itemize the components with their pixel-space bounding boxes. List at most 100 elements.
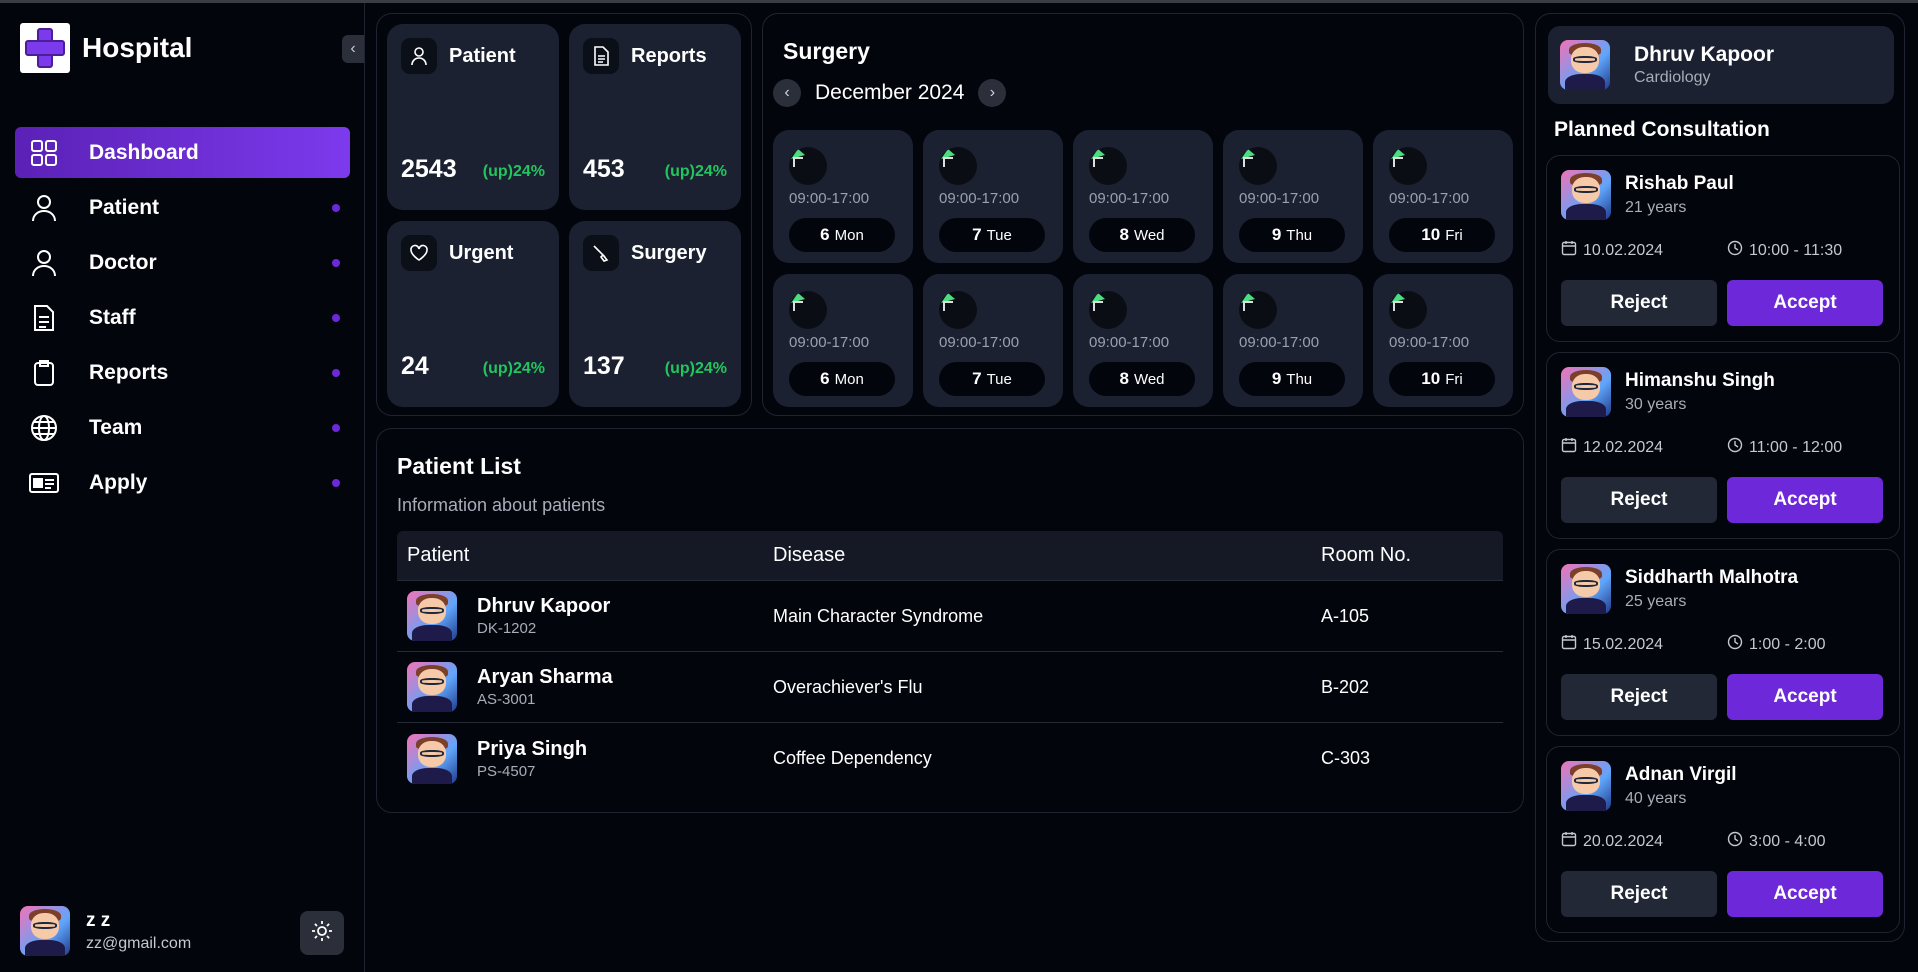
table-row[interactable]: Aryan Sharma AS-3001 Overachiever's Flu B… <box>397 652 1503 723</box>
stats-panel: Patient 2543 (up)24% Reports 453 (up)24%… <box>376 13 752 416</box>
sidebar-item-patient[interactable]: Patient <box>15 182 350 233</box>
broken-image-icon <box>1239 291 1277 329</box>
calendar-icon <box>1561 437 1577 458</box>
reject-button[interactable]: Reject <box>1561 477 1717 523</box>
indicator-dot <box>332 478 340 487</box>
calendar-icon <box>1561 240 1577 261</box>
surgery-day-card[interactable]: 09:00-17:00 8 Wed <box>1073 130 1213 263</box>
stat-value: 2543 <box>401 155 457 183</box>
reject-button[interactable]: Reject <box>1561 871 1717 917</box>
day-number: 6 <box>820 369 830 388</box>
prev-month-button[interactable]: ‹ <box>773 79 801 107</box>
hospital-cross-logo-icon <box>20 23 70 73</box>
sidebar-item-team[interactable]: Team <box>15 402 350 453</box>
surgery-day-card[interactable]: 09:00-17:00 8 Wed <box>1073 274 1213 407</box>
patient-name: Dhruv Kapoor <box>477 595 611 617</box>
sidebar-item-label: Staff <box>89 305 136 329</box>
reject-button[interactable]: Reject <box>1561 674 1717 720</box>
sidebar-item-doctor[interactable]: Doctor <box>15 237 350 288</box>
reject-button[interactable]: Reject <box>1561 280 1717 326</box>
collapse-sidebar-button[interactable]: ‹ <box>342 35 364 63</box>
user-name: z z <box>86 909 111 931</box>
consultation-card: Adnan Virgil 40 years 20.02.2024 3:00 - 4… <box>1546 746 1900 933</box>
stat-title: Reports <box>631 44 707 67</box>
consultation-time: 1:00 - 2:00 <box>1749 635 1826 653</box>
stat-change: (up)24% <box>664 163 727 180</box>
sidebar-item-staff[interactable]: Staff <box>15 292 350 343</box>
surgery-time: 09:00-17:00 <box>939 190 1020 207</box>
calendar-icon <box>1561 634 1577 655</box>
broken-image-icon <box>1389 291 1427 329</box>
sidebar-item-label: Patient <box>89 195 160 219</box>
surgery-day-card[interactable]: 09:00-17:00 6 Mon <box>773 274 913 407</box>
consultation-date: 20.02.2024 <box>1583 832 1664 850</box>
patient-id: AS-3001 <box>477 691 536 708</box>
avatar <box>407 662 457 712</box>
calendar-icon <box>1561 831 1577 852</box>
surgery-day-card[interactable]: 09:00-17:00 9 Thu <box>1223 274 1363 407</box>
doctor-profile-card[interactable]: Dhruv Kapoor Cardiology <box>1548 26 1894 104</box>
avatar <box>1561 367 1611 417</box>
accept-button[interactable]: Accept <box>1727 674 1883 720</box>
surgery-day-card[interactable]: 09:00-17:00 10 Fri <box>1373 130 1513 263</box>
globe-icon <box>29 413 59 443</box>
sidebar-item-reports[interactable]: Reports <box>15 347 350 398</box>
consultation-date: 10.02.2024 <box>1583 241 1664 259</box>
calendar-nav: ‹ December 2024 › <box>773 79 1007 107</box>
day-number: 9 <box>1271 369 1282 388</box>
surgery-day-card[interactable]: 09:00-17:00 7 Tue <box>923 130 1063 263</box>
indicator-dot <box>332 368 340 377</box>
planned-consultation-title: Planned Consultation <box>1554 118 1770 141</box>
consultation-name: Himanshu Singh <box>1625 370 1775 391</box>
surgery-day-card[interactable]: 09:00-17:00 10 Fri <box>1373 274 1513 407</box>
accept-button[interactable]: Accept <box>1727 280 1883 326</box>
sidebar-item-dashboard[interactable]: Dashboard <box>15 127 350 178</box>
patient-id: PS-4507 <box>477 762 536 780</box>
column-header-disease[interactable]: Disease <box>773 544 845 567</box>
brand[interactable]: Hospital <box>20 23 192 73</box>
surgery-day-card[interactable]: 09:00-17:00 6 Mon <box>773 130 913 263</box>
stat-card-urgent[interactable]: Urgent 24 (up)24% <box>387 221 559 407</box>
app-name: Hospital <box>82 32 193 63</box>
current-user[interactable]: z z zz@gmail.com <box>20 906 191 956</box>
surgery-day-card[interactable]: 09:00-17:00 7 Tue <box>923 274 1063 407</box>
table-row[interactable]: Priya Singh PS-4507 Coffee Dependency C-3… <box>397 723 1503 794</box>
stat-card-reports[interactable]: Reports 453 (up)24% <box>569 24 741 210</box>
sidebar-item-label: Team <box>89 415 143 439</box>
doctor-specialty: Cardiology <box>1634 69 1711 86</box>
document-icon <box>29 303 59 333</box>
consultation-card: Siddharth Malhotra 25 years 15.02.2024 1:… <box>1546 549 1900 736</box>
chevron-left-icon: ‹ <box>784 84 790 101</box>
next-month-button[interactable]: › <box>978 79 1007 107</box>
stat-title: Urgent <box>449 241 514 264</box>
consultation-age: 21 years <box>1625 199 1687 216</box>
weekday: Fri <box>1445 370 1463 388</box>
theme-toggle-button[interactable] <box>300 911 344 955</box>
patient-list-panel: Patient List Information about patients … <box>376 428 1524 813</box>
broken-image-icon <box>939 147 977 185</box>
accept-button[interactable]: Accept <box>1727 477 1883 523</box>
avatar <box>1561 761 1611 811</box>
surgery-day-card[interactable]: 09:00-17:00 9 Thu <box>1223 130 1363 263</box>
accept-button[interactable]: Accept <box>1727 871 1883 917</box>
stat-card-patient[interactable]: Patient 2543 (up)24% <box>387 24 559 210</box>
avatar <box>1561 564 1611 614</box>
table-row[interactable]: Dhruv Kapoor DK-1202 Main Character Syndr… <box>397 581 1503 652</box>
surgery-time: 09:00-17:00 <box>1389 190 1470 207</box>
surgery-title: Surgery <box>783 38 870 64</box>
room-cell: B-202 <box>1321 676 1370 697</box>
current-month: December 2024 <box>815 81 965 104</box>
clock-icon <box>1727 634 1743 655</box>
weekday: Wed <box>1133 226 1165 244</box>
user-icon <box>29 248 59 278</box>
sidebar-item-label: Dashboard <box>89 140 199 164</box>
column-header-patient[interactable]: Patient <box>407 544 469 567</box>
stat-card-surgery[interactable]: Surgery 137 (up)24% <box>569 221 741 407</box>
stat-change: (up)24% <box>664 360 727 377</box>
column-header-room[interactable]: Room No. <box>1321 544 1411 567</box>
avatar <box>407 733 457 784</box>
weekday: Fri <box>1445 226 1463 244</box>
sun-icon <box>310 919 334 948</box>
sidebar-item-apply[interactable]: Apply <box>15 457 350 508</box>
right-panel: Dhruv Kapoor Cardiology Planned Consulta… <box>1535 13 1905 942</box>
